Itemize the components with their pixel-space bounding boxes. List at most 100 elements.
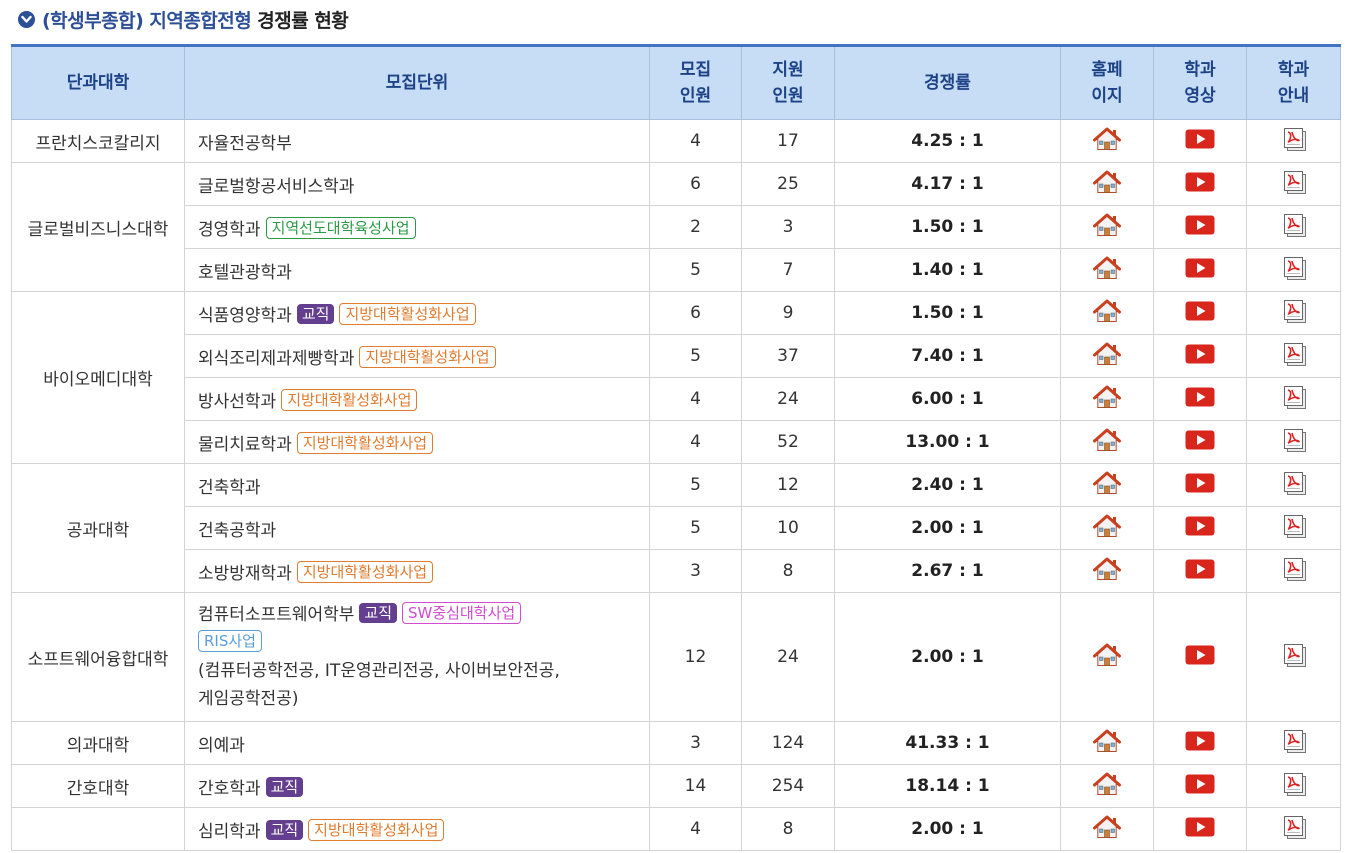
video-play-icon[interactable]	[1185, 559, 1215, 584]
pdf-document-icon[interactable]	[1281, 556, 1307, 587]
guide-cell	[1246, 162, 1341, 206]
guide-cell	[1246, 377, 1341, 421]
pdf-document-icon[interactable]	[1281, 427, 1307, 458]
ris-badge: RIS사업	[198, 630, 262, 652]
col-header-applicants: 지원 인원	[741, 45, 835, 120]
homepage-cell	[1060, 377, 1154, 421]
guide-cell	[1246, 119, 1341, 163]
unit-cell: 소방방재학과 지방대학활성화사업	[184, 549, 650, 593]
guide-cell	[1246, 248, 1341, 292]
unit-cell: 경영학과 지역선도대학육성사업	[184, 205, 650, 249]
unit-cell: 글로벌항공서비스학과	[184, 162, 650, 206]
home-icon[interactable]	[1093, 385, 1121, 414]
applicants-cell: 17	[741, 119, 835, 163]
homepage-cell	[1060, 506, 1154, 550]
rate-cell: 4.25 : 1	[834, 119, 1061, 163]
pdf-document-icon[interactable]	[1281, 513, 1307, 544]
video-play-icon[interactable]	[1185, 645, 1215, 670]
home-icon[interactable]	[1093, 299, 1121, 328]
pdf-document-icon[interactable]	[1281, 255, 1307, 286]
video-play-icon[interactable]	[1185, 301, 1215, 326]
unit-name: 건축학과	[198, 477, 261, 498]
video-play-icon[interactable]	[1185, 172, 1215, 197]
video-play-icon[interactable]	[1185, 215, 1215, 240]
home-icon[interactable]	[1093, 514, 1121, 543]
guide-cell	[1246, 592, 1341, 722]
home-icon[interactable]	[1093, 557, 1121, 586]
video-play-icon[interactable]	[1185, 473, 1215, 498]
pdf-document-icon[interactable]	[1281, 341, 1307, 372]
pdf-document-icon[interactable]	[1281, 126, 1307, 157]
unit-cell: 건축공학과	[184, 506, 650, 550]
video-cell	[1153, 334, 1247, 378]
applicants-cell: 9	[741, 291, 835, 335]
video-play-icon[interactable]	[1185, 731, 1215, 756]
home-icon[interactable]	[1093, 815, 1121, 844]
college-cell: 간호대학	[11, 764, 185, 808]
video-play-icon[interactable]	[1185, 430, 1215, 455]
home-icon[interactable]	[1093, 213, 1121, 242]
video-cell	[1153, 291, 1247, 335]
pdf-document-icon[interactable]	[1281, 814, 1307, 845]
pdf-document-icon[interactable]	[1281, 642, 1307, 673]
video-play-icon[interactable]	[1185, 258, 1215, 283]
home-icon[interactable]	[1093, 170, 1121, 199]
home-icon[interactable]	[1093, 471, 1121, 500]
section-title-blue: (학생부종합) 지역종합전형	[42, 9, 252, 32]
home-icon[interactable]	[1093, 127, 1121, 156]
table-row: 경영학과 지역선도대학육성사업 2 3 1.50 : 1	[12, 205, 1341, 249]
pdf-document-icon[interactable]	[1281, 771, 1307, 802]
rate-cell: 6.00 : 1	[834, 377, 1061, 421]
table-row: 프란치스코칼리지 자율전공학부 4 17 4.25 : 1	[11, 119, 1341, 163]
pdf-document-icon[interactable]	[1281, 212, 1307, 243]
video-play-icon[interactable]	[1185, 387, 1215, 412]
applicants-cell: 25	[741, 162, 835, 206]
video-play-icon[interactable]	[1185, 774, 1215, 799]
video-cell	[1153, 764, 1247, 808]
pdf-document-icon[interactable]	[1281, 169, 1307, 200]
pdf-document-icon[interactable]	[1281, 470, 1307, 501]
video-cell	[1153, 377, 1247, 421]
pdf-document-icon[interactable]	[1281, 728, 1307, 759]
table-row: 물리치료학과 지방대학활성화사업 4 52 13.00 : 1	[12, 420, 1341, 464]
home-icon[interactable]	[1093, 428, 1121, 457]
pdf-document-icon[interactable]	[1281, 384, 1307, 415]
quota-cell: 4	[649, 377, 742, 421]
video-play-icon[interactable]	[1185, 516, 1215, 541]
guide-cell	[1246, 764, 1341, 808]
homepage-cell	[1060, 721, 1154, 765]
applicants-cell: 12	[741, 463, 835, 507]
unit-note: (컴퓨터공학전공, IT운영관리전공, 사이버보안전공,	[198, 661, 560, 681]
kyojik-badge: 교직	[359, 603, 398, 623]
quota-cell: 12	[649, 592, 742, 722]
col-header-rate: 경쟁률	[834, 45, 1061, 120]
table-row: 바이오메디대학 식품영양학과 교직 지방대학활성화사업 6 9 1.50 : 1	[11, 291, 1341, 464]
section-title: (학생부종합) 지역종합전형 경쟁률 현황	[18, 6, 349, 32]
home-icon[interactable]	[1093, 643, 1121, 672]
video-play-icon[interactable]	[1185, 129, 1215, 154]
unit-name: 건축공학과	[198, 520, 277, 541]
college-cell: 의과대학	[11, 721, 185, 765]
home-icon[interactable]	[1093, 729, 1121, 758]
unit-name: 물리치료학과	[198, 434, 292, 455]
guide-cell	[1246, 506, 1341, 550]
table-row: 공과대학 건축학과 5 12 2.40 : 1	[11, 463, 1341, 593]
unit-name: 호텔관광학과	[198, 262, 292, 283]
home-icon[interactable]	[1093, 256, 1121, 285]
video-play-icon[interactable]	[1185, 344, 1215, 369]
home-icon[interactable]	[1093, 342, 1121, 371]
rate-cell: 2.00 : 1	[834, 592, 1061, 722]
video-cell	[1153, 420, 1247, 464]
unit-cell: 의예과	[184, 721, 650, 765]
video-cell	[1153, 463, 1247, 507]
video-play-icon[interactable]	[1185, 817, 1215, 842]
regional-leading-badge: 지역선도대학육성사업	[265, 216, 416, 239]
pdf-document-icon[interactable]	[1281, 298, 1307, 329]
quota-cell: 3	[649, 721, 742, 765]
local-activation-badge: 지방대학활성화사업	[308, 818, 445, 841]
home-icon[interactable]	[1093, 772, 1121, 801]
table-row: 소방방재학과 지방대학활성화사업 3 8 2.67 : 1	[12, 549, 1341, 593]
rate-cell: 7.40 : 1	[834, 334, 1061, 378]
video-cell	[1153, 205, 1247, 249]
table-row: 글로벌비즈니스대학 글로벌항공서비스학과 6 25 4.17 : 1	[11, 162, 1341, 292]
